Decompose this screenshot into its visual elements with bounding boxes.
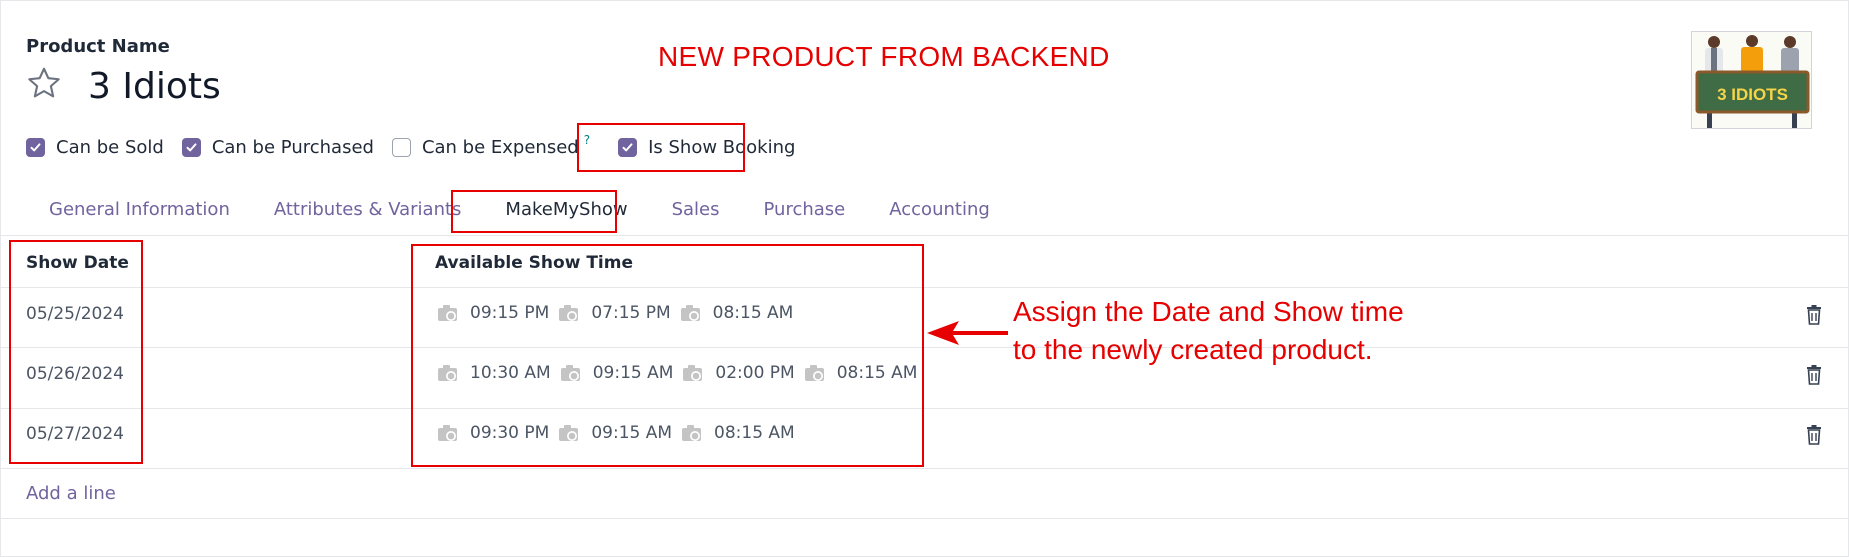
trash-icon[interactable] <box>1805 365 1823 385</box>
highlight-show-date-column <box>9 240 143 464</box>
option-can-be-purchased[interactable]: Can be Purchased <box>181 137 374 158</box>
highlight-show-booking <box>577 123 745 172</box>
checkbox-checked-icon[interactable] <box>181 138 201 157</box>
checkbox-checked-icon[interactable] <box>26 138 45 157</box>
annotation-note: Assign the Date and Show time to the new… <box>1013 293 1404 369</box>
product-form-sheet: Product Name 3 Idiots NEW PRODUCT FROM B… <box>0 0 1849 557</box>
option-can-be-expensed[interactable]: Can be Expensed ? <box>391 133 590 158</box>
header-divider <box>1 287 1849 288</box>
movie-poster-illustration: 3 IDIOTS <box>1692 32 1811 128</box>
option-label: Can be Purchased <box>211 137 374 158</box>
tabs-divider <box>1 235 1849 236</box>
option-can-be-sold[interactable]: Can be Sold <box>26 137 164 158</box>
star-outline-icon[interactable] <box>26 65 62 101</box>
highlight-show-time-column <box>411 244 924 467</box>
tab-accounting[interactable]: Accounting <box>889 199 990 220</box>
tab-general-information[interactable]: General Information <box>49 199 230 220</box>
option-label: Can be Expensed <box>421 137 579 158</box>
annotation-line-2: to the newly created product. <box>1013 334 1373 365</box>
arrow-left-icon <box>927 321 1008 345</box>
trash-icon[interactable] <box>1805 305 1823 325</box>
add-a-line-link[interactable]: Add a line <box>26 483 116 504</box>
trash-icon[interactable] <box>1805 425 1823 445</box>
highlight-makemyshow-tab <box>451 190 617 233</box>
table-bottom-divider <box>1 518 1849 519</box>
tab-attributes-variants[interactable]: Attributes & Variants <box>274 199 462 220</box>
annotation-line-1: Assign the Date and Show time <box>1013 296 1404 327</box>
tab-sales[interactable]: Sales <box>672 199 720 220</box>
tab-purchase[interactable]: Purchase <box>764 199 846 220</box>
product-name-field[interactable]: 3 Idiots <box>88 66 221 107</box>
product-image[interactable]: 3 IDIOTS <box>1691 31 1812 129</box>
annotation-banner: NEW PRODUCT FROM BACKEND <box>658 41 1110 72</box>
poster-title-text: 3 IDIOTS <box>1717 85 1788 104</box>
product-name-label: Product Name <box>26 36 170 57</box>
row-divider <box>1 408 1849 409</box>
checkbox-unchecked-icon[interactable] <box>391 138 411 157</box>
row-divider <box>1 468 1849 469</box>
option-label: Can be Sold <box>56 137 164 158</box>
